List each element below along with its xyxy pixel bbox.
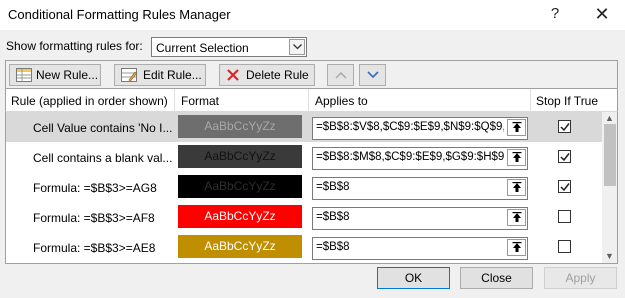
column-header-format: Format: [181, 94, 220, 108]
applies-to-field[interactable]: =$B$8: [312, 237, 528, 260]
format-preview: AaBbCcYyZz: [178, 115, 302, 138]
applies-to-value: =$B$8:$M$8,$C$9:$E$9,$G$9:$H$9,$: [316, 151, 504, 163]
close-icon[interactable]: ✕: [593, 4, 611, 24]
rule-description: Formula: =$B$3>=AG8: [33, 181, 157, 195]
delete-rule-button[interactable]: Delete Rule: [219, 64, 315, 86]
table-row[interactable]: Formula: =$B$3>=AG8 AaBbCcYyZz =$B$8: [6, 172, 602, 202]
applies-to-field[interactable]: =$B$8: [312, 207, 528, 230]
scroll-down-icon[interactable]: ▼: [605, 251, 614, 261]
column-header-rule: Rule (applied in order shown): [11, 94, 168, 108]
collapse-dialog-icon[interactable]: [507, 179, 526, 196]
edit-rule-icon: [121, 68, 137, 82]
collapse-dialog-icon[interactable]: [507, 239, 526, 256]
new-rule-button[interactable]: New Rule...: [9, 64, 101, 86]
new-rule-icon: [16, 68, 32, 82]
stop-if-true-checkbox[interactable]: [558, 120, 571, 133]
ok-button[interactable]: OK: [377, 267, 450, 289]
applies-to-field[interactable]: =$B$8:$V$8,$C$9:$E$9,$N$9:$Q$9,$: [312, 117, 528, 140]
applies-to-value: =$B$8: [316, 241, 350, 253]
table-row[interactable]: Formula: =$B$3>=AE8 AaBbCcYyZz =$B$8: [6, 232, 602, 262]
rule-description: Cell Value contains 'No I...: [33, 121, 173, 135]
rules-table-header: Rule (applied in order shown) Format App…: [5, 89, 618, 112]
apply-button[interactable]: Apply: [544, 267, 617, 289]
table-row[interactable]: Cell Value contains 'No I... AaBbCcYyZz =$…: [6, 112, 602, 142]
stop-if-true-checkbox[interactable]: [558, 210, 571, 223]
applies-to-value: =$B$8: [316, 181, 350, 193]
format-preview: AaBbCcYyZz: [178, 235, 302, 258]
collapse-dialog-icon[interactable]: [507, 149, 526, 166]
scope-select[interactable]: Current Selection: [151, 37, 307, 57]
applies-to-value: =$B$8: [316, 211, 350, 223]
scrollbar-thumb[interactable]: [604, 124, 616, 186]
applies-to-field[interactable]: =$B$8: [312, 177, 528, 200]
vertical-scrollbar[interactable]: ▲ ▼: [602, 112, 617, 263]
edit-rule-label: Edit Rule...: [143, 68, 202, 82]
format-preview: AaBbCcYyZz: [178, 145, 302, 168]
column-header-applies-to: Applies to: [315, 94, 368, 108]
rules-table: Cell Value contains 'No I... AaBbCcYyZz =$…: [5, 112, 618, 264]
stop-if-true-checkbox[interactable]: [558, 240, 571, 253]
delete-rule-label: Delete Rule: [246, 68, 309, 82]
rules-toolbar: New Rule... Edit Rule... Delete Rule: [5, 60, 618, 89]
scope-label: Show formatting rules for:: [6, 39, 143, 53]
edit-rule-button[interactable]: Edit Rule...: [114, 64, 206, 86]
help-icon[interactable]: ?: [548, 5, 562, 23]
format-preview: AaBbCcYyZz: [178, 175, 302, 198]
rule-description: Formula: =$B$3>=AF8: [33, 211, 155, 225]
new-rule-label: New Rule...: [36, 68, 99, 82]
dialog-title: Conditional Formatting Rules Manager: [8, 7, 231, 22]
scroll-up-icon[interactable]: ▲: [605, 113, 614, 123]
collapse-dialog-icon[interactable]: [507, 209, 526, 226]
chevron-up-icon: [335, 71, 347, 79]
move-up-button[interactable]: [327, 64, 354, 86]
column-header-stop-if-true: Stop If True: [536, 94, 599, 108]
collapse-dialog-icon[interactable]: [507, 119, 526, 136]
applies-to-field[interactable]: =$B$8:$M$8,$C$9:$E$9,$G$9:$H$9,$: [312, 147, 528, 170]
stop-if-true-checkbox[interactable]: [558, 180, 571, 193]
title-bar: Conditional Formatting Rules Manager ? ✕: [0, 0, 625, 30]
stop-if-true-checkbox[interactable]: [558, 150, 571, 163]
close-button[interactable]: Close: [460, 267, 533, 289]
delete-icon: [227, 69, 239, 81]
scope-select-value: Current Selection: [156, 41, 249, 55]
rule-description: Formula: =$B$3>=AE8: [33, 241, 156, 255]
applies-to-value: =$B$8:$V$8,$C$9:$E$9,$N$9:$Q$9,$: [316, 121, 504, 133]
move-down-button[interactable]: [359, 64, 386, 86]
table-row[interactable]: Formula: =$B$3>=AF8 AaBbCcYyZz =$B$8: [6, 202, 602, 232]
chevron-down-icon[interactable]: [289, 39, 305, 55]
rule-description: Cell contains a blank val...: [33, 151, 173, 165]
table-row[interactable]: Cell contains a blank val... AaBbCcYyZz =$…: [6, 142, 602, 172]
format-preview: AaBbCcYyZz: [178, 205, 302, 228]
chevron-down-icon: [367, 71, 379, 79]
